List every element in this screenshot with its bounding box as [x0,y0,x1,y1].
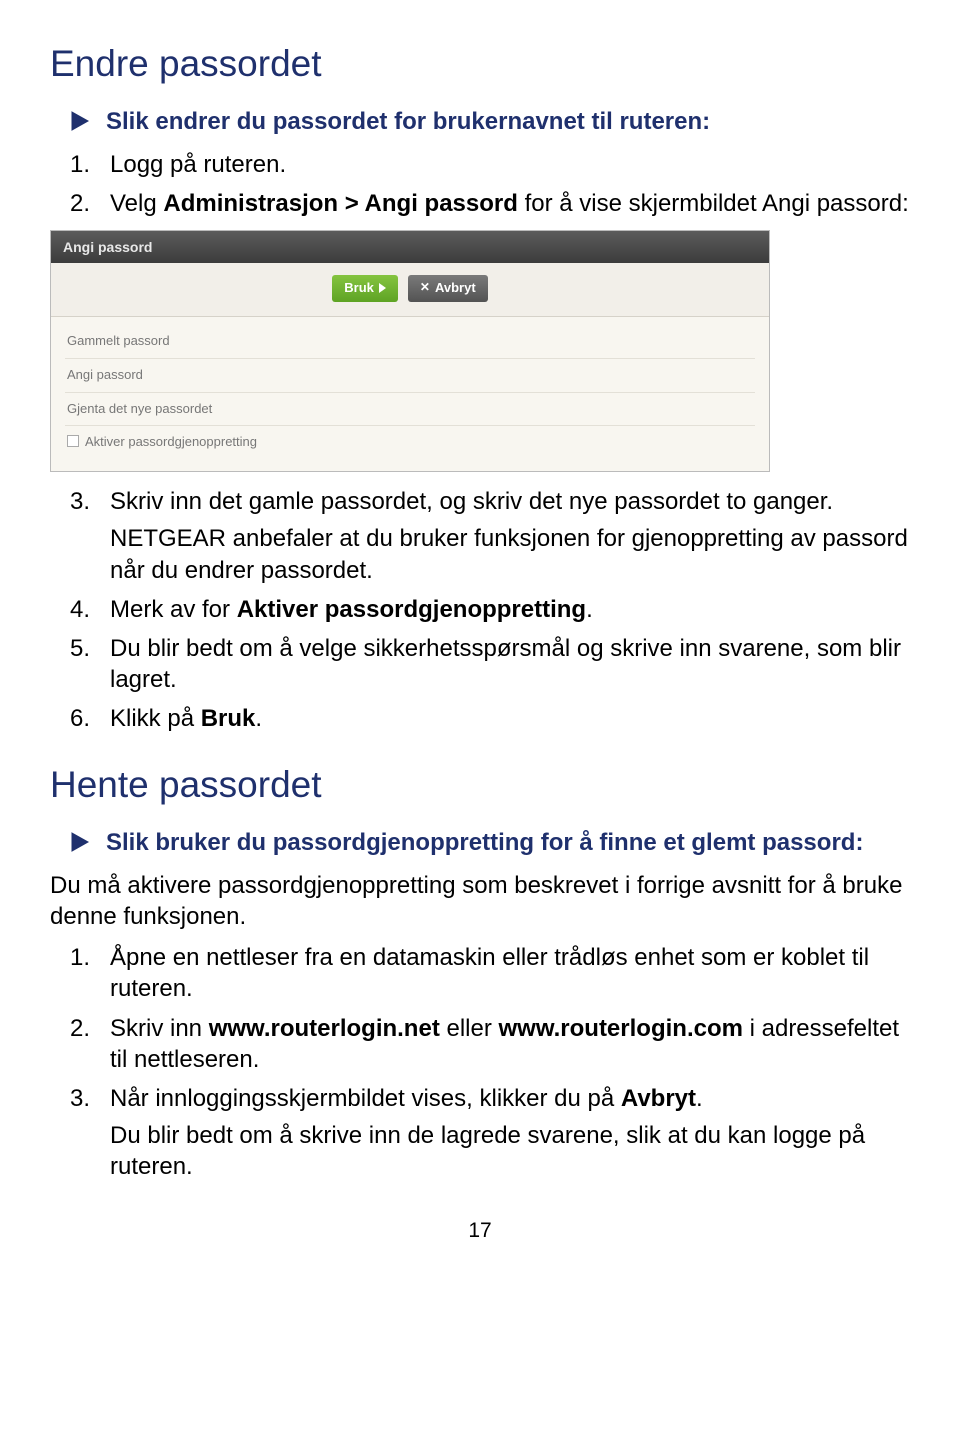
bold-text: www.routerlogin.net [209,1015,440,1042]
checkbox-label: Aktiver passordgjenoppretting [85,434,257,449]
heading-recover-password: Hente passordet [50,761,910,809]
text: Velg [110,190,163,217]
step-3: 3. Når innloggingsskjermbildet vises, kl… [70,1083,910,1183]
apply-button[interactable]: Bruk [332,275,398,302]
step-body: Du blir bedt om å velge sikkerhetsspørsm… [110,633,910,695]
step-body: Logg på ruteren. [110,149,910,180]
page-number: 17 [50,1217,910,1244]
router-window-title: Angi passord [51,231,769,263]
step-num: 1. [70,149,92,180]
step-num: 3. [70,486,92,586]
text: . [586,596,593,623]
router-form-fields: Gammelt passord Angi passord Gjenta det … [51,317,769,472]
bold-text: Administrasjon > Angi passord [163,190,518,217]
text: Klikk på [110,705,201,732]
step-num: 1. [70,942,92,1004]
bold-text: Avbryt [621,1085,696,1112]
intro-arrow-line-2: Slik bruker du passordgjenoppretting for… [70,827,910,858]
step-num: 5. [70,633,92,695]
bold-text: www.routerlogin.com [499,1015,743,1042]
step-num: 4. [70,594,92,625]
heading-change-password: Endre passordet [50,40,910,88]
step-5: 5. Du blir bedt om å velge sikkerhetsspø… [70,633,910,695]
text: Skriv inn det gamle passordet, og skriv … [110,488,833,515]
field-enable-recovery: Aktiver passordgjenoppretting [65,426,755,459]
bold-text: Aktiver passordgjenoppretting [237,596,586,623]
step-body: Skriv inn det gamle passordet, og skriv … [110,486,910,586]
step-1: 1. Åpne en nettleser fra en datamaskin e… [70,942,910,1004]
step-num: 3. [70,1083,92,1183]
step-num: 6. [70,703,92,734]
step-num: 2. [70,188,92,219]
text: for å vise skjermbildet Angi passord: [518,190,909,217]
step-2: 2. Skriv inn www.routerlogin.net eller w… [70,1013,910,1075]
cancel-button[interactable]: ✕ Avbryt [408,275,488,302]
step-4: 4. Merk av for Aktiver passordgjenoppret… [70,594,910,625]
intro-text-2: Slik bruker du passordgjenoppretting for… [106,827,863,858]
arrow-icon [70,831,90,853]
router-button-bar: Bruk ✕ Avbryt [51,263,769,317]
intro-arrow-line-1: Slik endrer du passordet for brukernavne… [70,106,910,137]
cancel-button-label: Avbryt [435,280,476,297]
sub-paragraph: Du blir bedt om å skrive inn de lagrede … [110,1120,910,1182]
step-body: Skriv inn www.routerlogin.net eller www.… [110,1013,910,1075]
text: eller [440,1015,499,1042]
field-old-password: Gammelt passord [65,325,755,359]
intro-text-1: Slik endrer du passordet for brukernavne… [106,106,710,137]
steps-list-2: 1. Åpne en nettleser fra en datamaskin e… [70,942,910,1182]
checkbox-icon[interactable] [67,435,79,447]
steps-list-1b: 3. Skriv inn det gamle passordet, og skr… [70,486,910,734]
apply-button-label: Bruk [344,280,374,297]
step-body: Når innloggingsskjermbildet vises, klikk… [110,1083,910,1183]
router-ui-screenshot: Angi passord Bruk ✕ Avbryt Gammelt passo… [50,230,770,473]
arrow-icon [70,110,90,132]
text: . [696,1085,703,1112]
bold-text: Bruk [201,705,256,732]
step-body: Merk av for Aktiver passordgjenopprettin… [110,594,910,625]
text: . [255,705,262,732]
steps-list-1a: 1. Logg på ruteren. 2. Velg Administrasj… [70,149,910,219]
text: Merk av for [110,596,237,623]
close-icon: ✕ [420,280,430,296]
step-1: 1. Logg på ruteren. [70,149,910,180]
step-num: 2. [70,1013,92,1075]
text: Skriv inn [110,1015,209,1042]
step-body: Klikk på Bruk. [110,703,910,734]
paragraph-prereq: Du må aktivere passordgjenoppretting som… [50,870,910,932]
step-3: 3. Skriv inn det gamle passordet, og skr… [70,486,910,586]
step-body: Velg Administrasjon > Angi passord for å… [110,188,910,219]
field-new-password: Angi passord [65,359,755,393]
text: Når innloggingsskjermbildet vises, klikk… [110,1085,621,1112]
sub-paragraph: NETGEAR anbefaler at du bruker funksjone… [110,523,910,585]
field-repeat-password: Gjenta det nye passordet [65,393,755,427]
step-6: 6. Klikk på Bruk. [70,703,910,734]
step-body: Åpne en nettleser fra en datamaskin elle… [110,942,910,1004]
play-icon [379,283,386,293]
step-2: 2. Velg Administrasjon > Angi passord fo… [70,188,910,219]
